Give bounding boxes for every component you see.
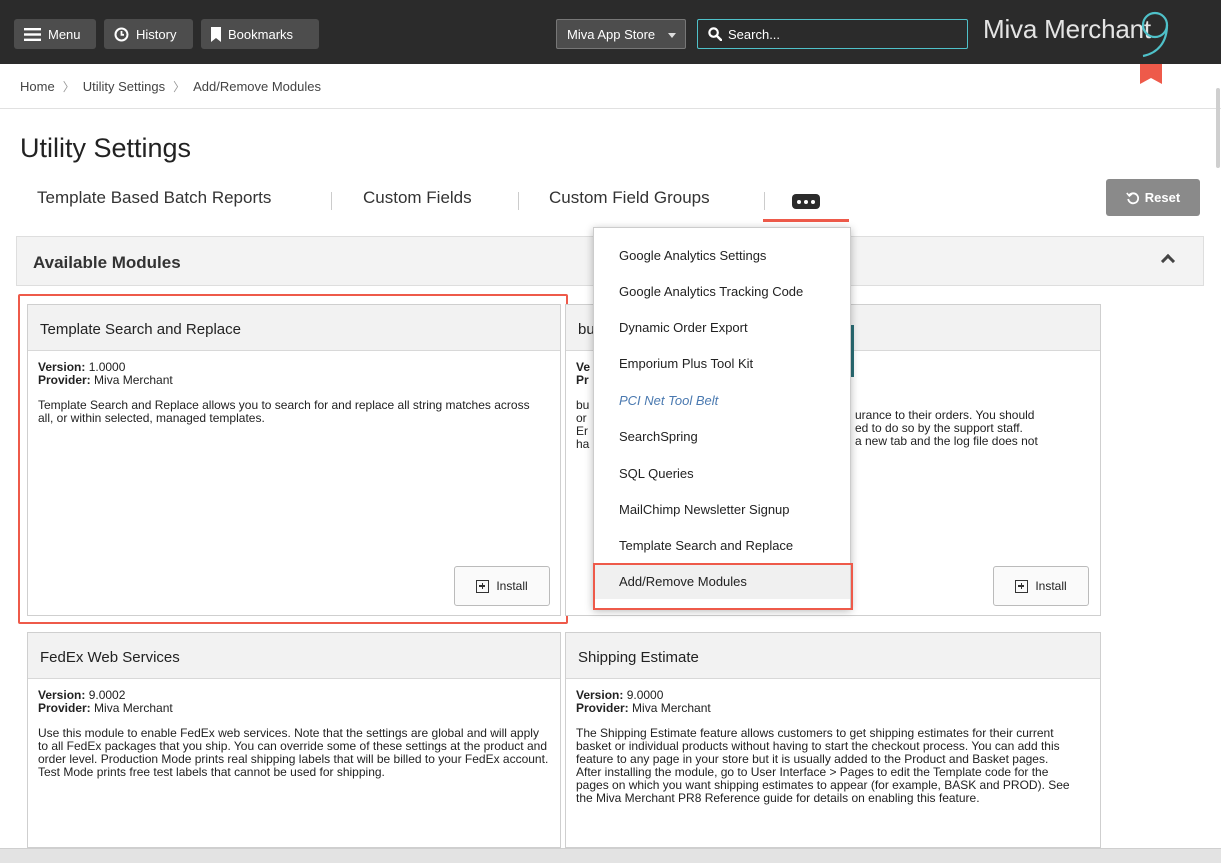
provider-value: Miva Merchant (632, 701, 711, 715)
dropdown-item-mailchimp-newsletter-signup[interactable]: MailChimp Newsletter Signup (619, 502, 790, 517)
card-title: Shipping Estimate (566, 633, 1100, 679)
tab-divider (518, 192, 519, 210)
module-card-shipping-estimate: Shipping Estimate Version: 9.0000 Provid… (565, 632, 1101, 848)
search-input[interactable]: Search... (697, 19, 968, 49)
menu-label: Menu (48, 26, 81, 42)
module-card-fedex: FedEx Web Services Version: 9.0002 Provi… (27, 632, 561, 848)
provider-value: Miva Merchant (94, 701, 173, 715)
search-icon (708, 27, 722, 41)
card-description-right: urance to their orders. You should ed to… (855, 409, 1038, 448)
dropdown-item-dynamic-order-export[interactable]: Dynamic Order Export (619, 320, 748, 335)
more-icon (792, 194, 820, 209)
dropdown-item-template-search-and-replace[interactable]: Template Search and Replace (619, 538, 793, 553)
version-value: 9.0000 (626, 688, 664, 702)
more-tabs-dropdown: Google Analytics Settings Google Analyti… (593, 227, 851, 609)
reset-label: Reset (1144, 190, 1181, 205)
card-meta: Version: 9.0000 Provider: Miva Merchant (576, 689, 1090, 715)
card-body: Version: 9.0000 Provider: Miva Merchant … (566, 679, 1100, 805)
version-label: Ve (576, 360, 591, 374)
top-bar: Menu History Bookmarks Miva App Store Se… (0, 0, 1221, 64)
provider-label: Provider: (38, 701, 91, 715)
bookmark-icon (211, 26, 221, 42)
bookmarks-button[interactable]: Bookmarks (201, 19, 319, 49)
highlight-outline (593, 563, 853, 610)
reset-button[interactable]: Reset (1106, 179, 1200, 216)
reset-icon (1125, 191, 1139, 204)
search-placeholder: Search... (728, 26, 781, 42)
dropdown-item-sql-queries[interactable]: SQL Queries (619, 466, 694, 481)
history-button[interactable]: History (104, 19, 193, 49)
breadcrumb-chevron-icon: 〉 (173, 80, 186, 94)
horizontal-scrollbar[interactable] (0, 848, 1221, 863)
provider-label: Provider: (576, 701, 629, 715)
page-title: Utility Settings (20, 133, 192, 163)
card-body: Version: 9.0002 Provider: Miva Merchant … (28, 679, 560, 779)
version-label: Version: (38, 688, 86, 702)
tab-custom-field-groups[interactable]: Custom Field Groups (549, 188, 710, 208)
chevron-down-icon (668, 33, 676, 38)
tab-custom-fields[interactable]: Custom Fields (363, 188, 472, 208)
hamburger-icon (24, 27, 41, 41)
panel-title: Available Modules (33, 253, 181, 272)
desc-fragment: ha (576, 437, 590, 451)
card-description: Use this module to enable FedEx web serv… (38, 726, 549, 779)
bookmark-flag-icon[interactable] (1140, 64, 1162, 84)
desc-fragment: bu (576, 398, 590, 412)
dropdown-item-google-analytics-settings[interactable]: Google Analytics Settings (619, 248, 766, 263)
provider-label: Pr (576, 373, 589, 387)
install-button[interactable]: Install (993, 566, 1089, 606)
bookmarks-label: Bookmarks (228, 26, 294, 42)
logo: Miva Merchant (983, 14, 1151, 44)
tab-template-based-batch-reports[interactable]: Template Based Batch Reports (37, 188, 271, 208)
breadcrumb-current: Add/Remove Modules (193, 79, 321, 94)
plus-square-icon (1015, 579, 1029, 593)
highlight-outline (18, 294, 568, 624)
dropdown-item-pci-net-tool-belt[interactable]: PCI Net Tool Belt (619, 393, 718, 408)
chevron-up-icon[interactable] (1160, 253, 1176, 269)
menu-button[interactable]: Menu (14, 19, 96, 49)
breadcrumb-utility-settings[interactable]: Utility Settings (83, 79, 165, 94)
miva-nine-logo-icon (1141, 11, 1169, 58)
dropdown-item-google-analytics-tracking-code[interactable]: Google Analytics Tracking Code (619, 284, 803, 299)
tab-divider (331, 192, 332, 210)
history-label: History (136, 26, 177, 42)
desc-fragment: or (576, 411, 587, 425)
breadcrumb: Home 〉 Utility Settings 〉 Add/Remove Mod… (20, 78, 321, 95)
version-label: Version: (576, 688, 624, 702)
clock-icon (114, 27, 129, 41)
card-description: The Shipping Estimate feature allows cus… (576, 726, 1070, 805)
card-title: FedEx Web Services (28, 633, 560, 679)
divider (0, 108, 1221, 109)
card-meta: Version: 9.0002 Provider: Miva Merchant (38, 689, 550, 715)
version-value: 9.0002 (88, 688, 126, 702)
vertical-scrollbar[interactable] (1216, 88, 1220, 168)
desc-fragment: ed to do so by the support staff. (855, 421, 1023, 435)
desc-fragment: urance to their orders. You should (855, 408, 1035, 422)
breadcrumb-chevron-icon: 〉 (62, 80, 75, 94)
tab-more[interactable] (763, 182, 849, 222)
dropdown-item-searchspring[interactable]: SearchSpring (619, 429, 698, 444)
store-select[interactable]: Miva App Store (556, 19, 686, 49)
store-select-value: Miva App Store (567, 26, 656, 42)
dropdown-item-emporium-plus-tool-kit[interactable]: Emporium Plus Tool Kit (619, 356, 753, 371)
desc-fragment: a new tab and the log file does not (855, 434, 1038, 448)
desc-fragment: Er (576, 424, 588, 438)
breadcrumb-home[interactable]: Home (20, 79, 55, 94)
install-label: Install (1035, 579, 1067, 593)
